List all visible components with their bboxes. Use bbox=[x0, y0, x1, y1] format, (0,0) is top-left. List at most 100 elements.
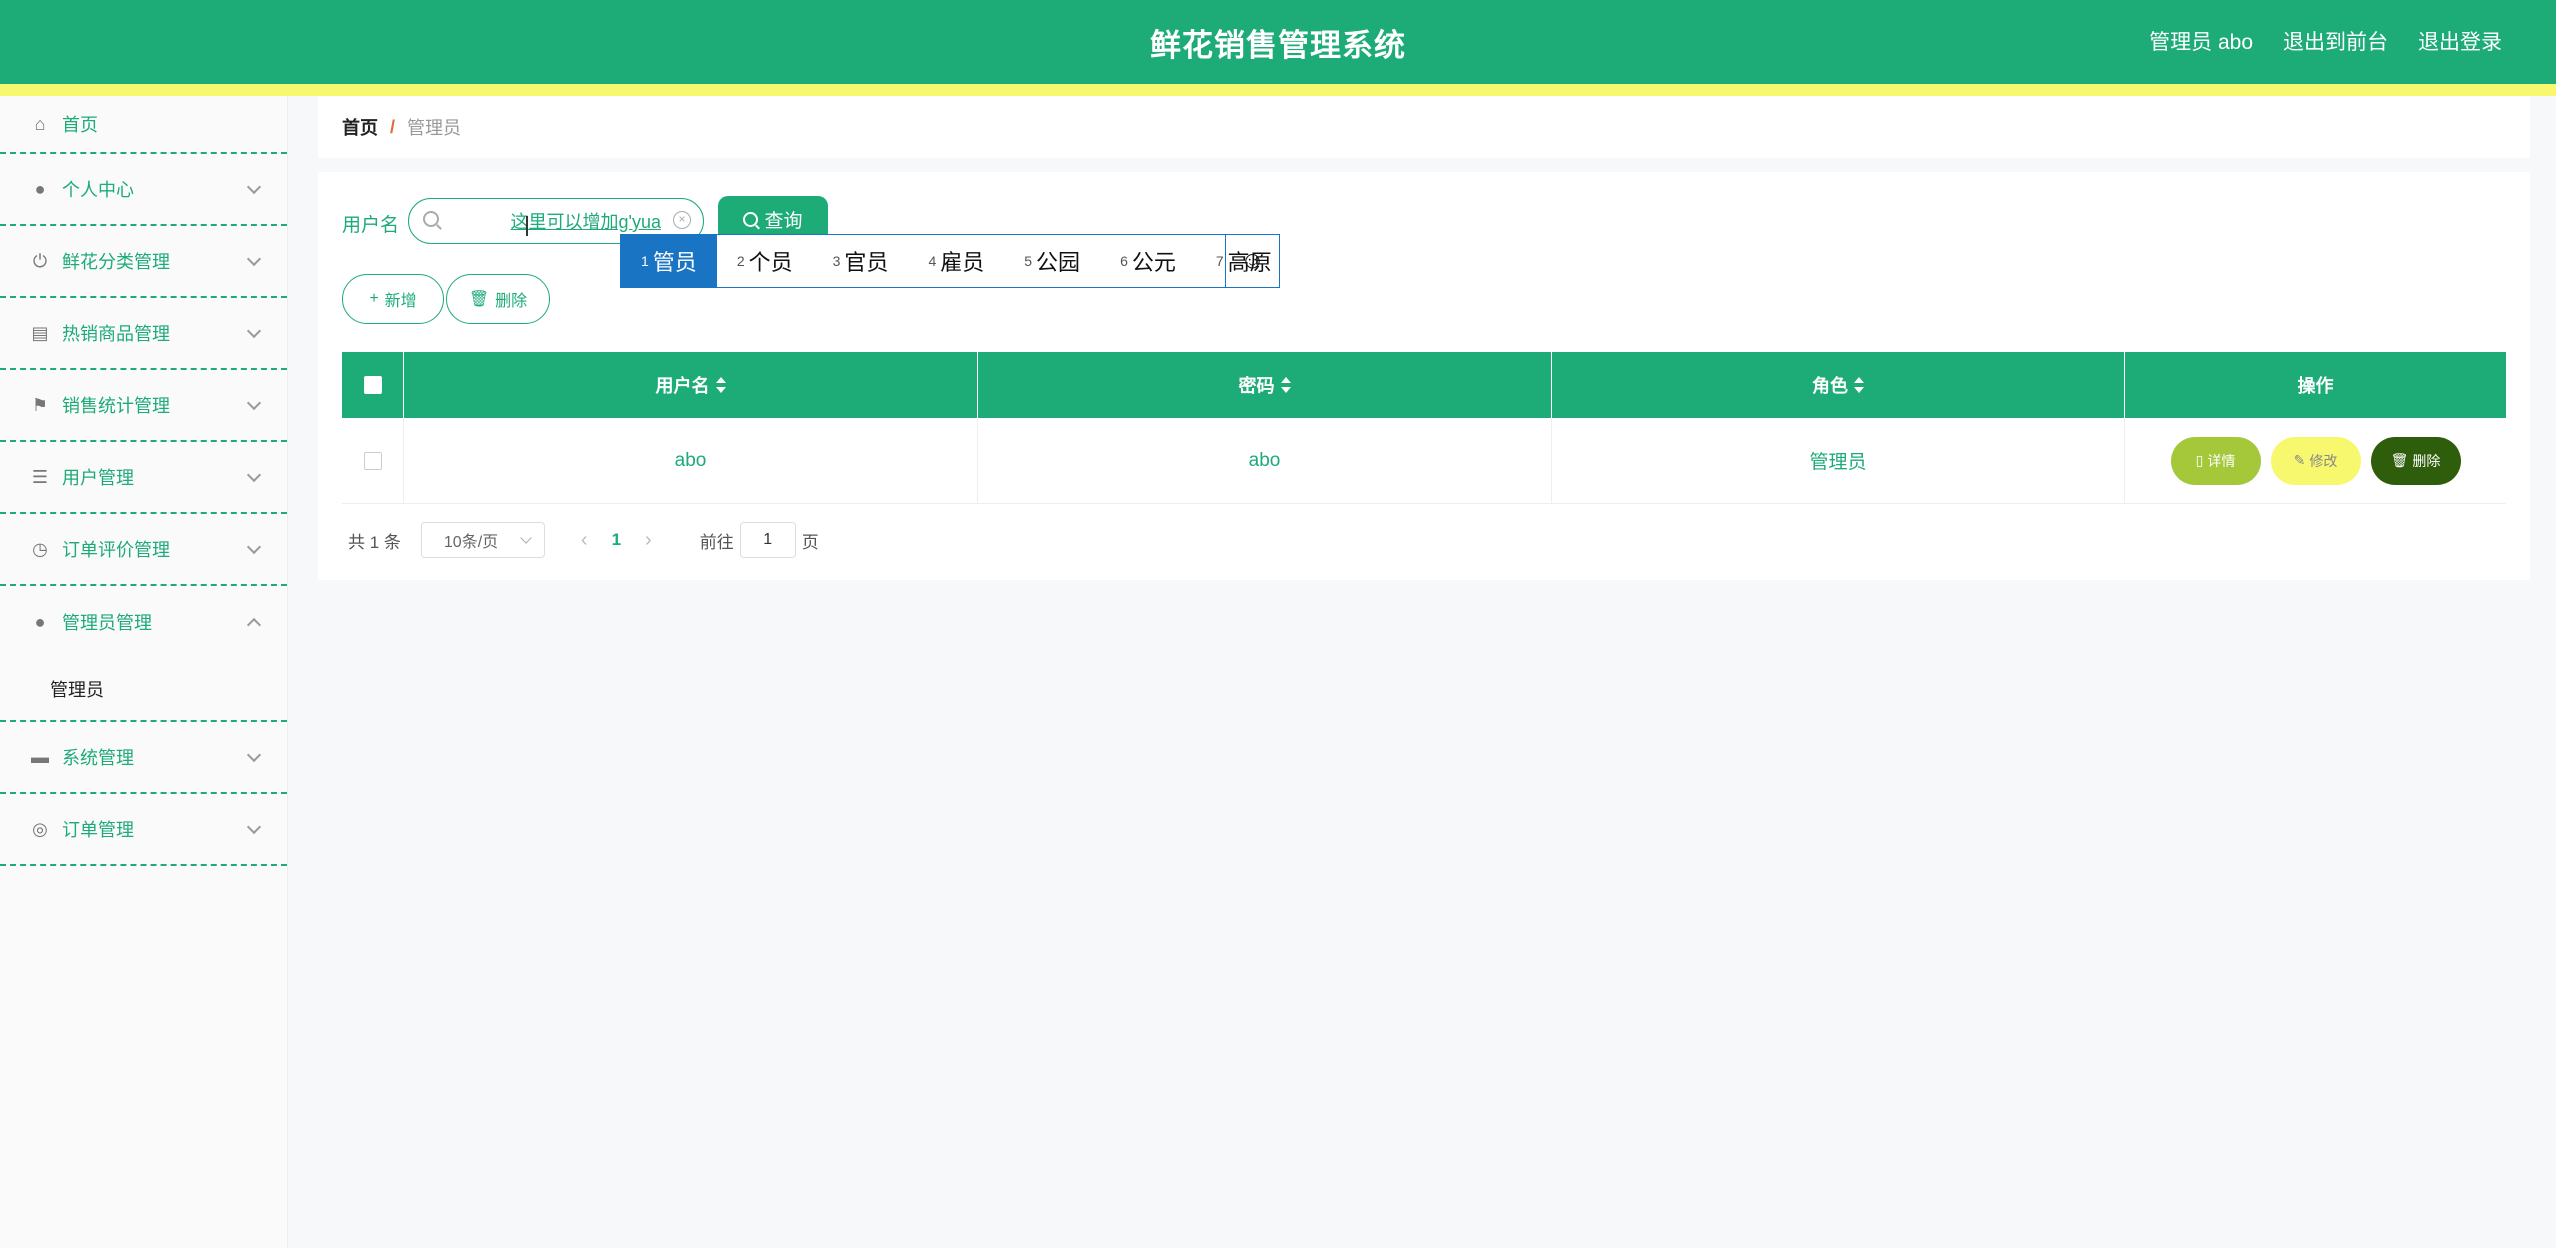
goto-label: 前往 bbox=[699, 532, 734, 552]
page-number[interactable]: 1 bbox=[612, 530, 621, 550]
add-button-label: 新增 bbox=[384, 293, 417, 310]
row-select-cell bbox=[342, 418, 404, 503]
sidebar-item-label: 销售统计管理 bbox=[62, 396, 170, 416]
sidebar-item-sales-stats[interactable]: ⚑ 销售统计管理 bbox=[0, 370, 287, 442]
home-icon: ⌂ bbox=[34, 113, 46, 134]
plus-icon: + bbox=[369, 290, 379, 307]
ime-candidate-number: 1 bbox=[641, 253, 649, 269]
chevron-down-icon bbox=[246, 539, 262, 555]
document-icon: ▯ bbox=[2195, 452, 2204, 468]
row-checkbox[interactable] bbox=[363, 451, 382, 470]
sidebar-item-home[interactable]: ⌂ 首页 bbox=[0, 96, 287, 154]
sort-icon[interactable] bbox=[1854, 377, 1864, 393]
breadcrumb-separator: / bbox=[390, 116, 396, 137]
ime-candidate-number: 7 bbox=[1215, 253, 1224, 269]
lifebuoy-icon: ◎ bbox=[32, 818, 48, 839]
column-header-actions: 操作 bbox=[2125, 352, 2506, 418]
back-to-front-link[interactable]: 退出到前台 bbox=[2283, 26, 2388, 56]
delete-button-label: 删除 bbox=[495, 293, 528, 310]
column-header-label: 密码 bbox=[1238, 376, 1275, 396]
sidebar-item-label: 系统管理 bbox=[62, 748, 134, 768]
sidebar-item-hot-products[interactable]: ▤ 热销商品管理 bbox=[0, 298, 287, 370]
ime-candidate[interactable]: 6 公元 bbox=[1100, 235, 1196, 287]
trash-icon: 🗑 bbox=[468, 291, 490, 308]
ime-candidate[interactable]: 2 个员 bbox=[717, 235, 813, 287]
sidebar-item-label: 首页 bbox=[62, 115, 98, 135]
cell-actions: ▯ 详情 ✎ 修改 🗑 删除 bbox=[2125, 418, 2506, 503]
header-accent-stripe bbox=[0, 84, 2556, 96]
emoji-icon[interactable]: ☺ bbox=[1225, 235, 1279, 287]
add-button[interactable]: + 新增 bbox=[342, 274, 444, 324]
sidebar-item-admin-management[interactable]: ● 管理员管理 bbox=[0, 586, 287, 658]
column-header-username[interactable]: 用户名 bbox=[404, 352, 978, 418]
list-icon: ☰ bbox=[31, 466, 49, 487]
sidebar-item-label: 用户管理 bbox=[62, 468, 134, 488]
clear-icon[interactable]: × bbox=[673, 211, 691, 229]
search-icon bbox=[743, 211, 759, 227]
flag-icon: ⚑ bbox=[31, 394, 49, 415]
chevron-down-icon bbox=[246, 323, 262, 339]
delete-button-label: 删除 bbox=[2412, 452, 2441, 469]
ime-candidate-number: 5 bbox=[1024, 253, 1033, 269]
sort-icon[interactable] bbox=[1280, 377, 1291, 393]
next-page-icon[interactable]: › bbox=[645, 529, 652, 552]
sidebar: ⌂ 首页 ● 个人中心 ⏻ 鲜花分类管理 ▤ 热销商品管理 ⚑ 销售统计管理 ☰… bbox=[0, 96, 288, 1248]
ime-candidate-text: 公元 bbox=[1131, 250, 1176, 275]
chevron-down-icon bbox=[246, 819, 262, 835]
username-search-input[interactable] bbox=[451, 207, 661, 235]
ime-candidate-bar: 1 管员 2 个员 3 官员 4 雇员 5 公园 6 公元 7 高原 ☺ bbox=[620, 234, 1280, 288]
admin-table: 用户名 密码 角色 操作 abo abo 管理员 ▯ 详情 ✎ 修改 🗑 删除 bbox=[342, 352, 2506, 504]
cell-password: abo bbox=[978, 418, 1552, 503]
batch-delete-button[interactable]: 🗑 删除 bbox=[446, 274, 550, 324]
main-content: 用户名 × 查询 1管员 2个员 3官员 4雇员 5公园 6公元 7高原 ☺ +… bbox=[318, 172, 2530, 580]
edit-button-label: 修改 bbox=[2309, 452, 2338, 469]
ime-candidate-number: 3 bbox=[832, 253, 841, 269]
chevron-down-icon bbox=[246, 179, 262, 195]
sidebar-item-label: 个人中心 bbox=[62, 180, 134, 200]
edit-button[interactable]: ✎ 修改 bbox=[2270, 436, 2361, 485]
text-cursor bbox=[526, 216, 528, 236]
monitor-icon: ▬ bbox=[31, 746, 49, 767]
chevron-up-icon bbox=[246, 617, 262, 633]
sidebar-item-label: 管理员管理 bbox=[62, 613, 152, 633]
prev-page-icon[interactable]: ‹ bbox=[581, 529, 588, 552]
select-all-cell bbox=[342, 352, 404, 418]
chevron-down-icon bbox=[246, 251, 262, 267]
goto-page-input[interactable] bbox=[739, 522, 796, 558]
sidebar-item-order-review[interactable]: ◷ 订单评价管理 bbox=[0, 514, 287, 586]
sidebar-item-personal-center[interactable]: ● 个人中心 bbox=[0, 154, 287, 226]
breadcrumb-current: 管理员 bbox=[407, 118, 462, 138]
sidebar-item-user-management[interactable]: ☰ 用户管理 bbox=[0, 442, 287, 514]
detail-button[interactable]: ▯ 详情 bbox=[2170, 436, 2261, 485]
column-header-password[interactable]: 密码 bbox=[978, 352, 1552, 418]
breadcrumb: 首页 / 管理员 bbox=[318, 96, 2530, 158]
ime-candidate-text: 管员 bbox=[652, 250, 697, 275]
page-size-select[interactable]: 10条/页 bbox=[420, 522, 545, 558]
sidebar-item-system-management[interactable]: ▬ 系统管理 bbox=[0, 722, 287, 794]
sidebar-item-flower-category[interactable]: ⏻ 鲜花分类管理 bbox=[0, 226, 287, 298]
logout-link[interactable]: 退出登录 bbox=[2418, 26, 2502, 56]
sidebar-subitem-admin[interactable]: 管理员 bbox=[0, 658, 287, 722]
column-header-label: 操作 bbox=[2297, 376, 2334, 396]
ime-candidate[interactable]: 1 管员 bbox=[621, 235, 717, 287]
sidebar-item-label: 订单评价管理 bbox=[62, 540, 170, 560]
breadcrumb-home[interactable]: 首页 bbox=[342, 114, 378, 140]
ime-candidate[interactable]: 5 公园 bbox=[1004, 235, 1100, 287]
chevron-down-icon bbox=[246, 467, 262, 483]
ime-candidate-number: 6 bbox=[1120, 253, 1128, 269]
ime-candidate-text: 官员 bbox=[844, 250, 889, 275]
ime-candidate[interactable]: 3 官员 bbox=[813, 235, 909, 287]
ime-candidate[interactable]: 4 雇员 bbox=[908, 235, 1004, 287]
sidebar-item-order-management[interactable]: ◎ 订单管理 bbox=[0, 794, 287, 866]
ime-candidate-text: 雇员 bbox=[940, 250, 985, 275]
sidebar-item-label: 订单管理 bbox=[62, 820, 134, 840]
power-icon: ⏻ bbox=[32, 250, 48, 271]
delete-button[interactable]: 🗑 删除 bbox=[2370, 436, 2461, 485]
current-user-label: 管理员 abo bbox=[2149, 31, 2253, 54]
table-row: abo abo 管理员 ▯ 详情 ✎ 修改 🗑 删除 bbox=[342, 418, 2506, 504]
sidebar-item-label: 热销商品管理 bbox=[62, 324, 170, 344]
sort-icon[interactable] bbox=[715, 377, 726, 393]
select-all-checkbox[interactable] bbox=[363, 376, 382, 394]
compass-icon: ◷ bbox=[32, 538, 48, 559]
column-header-role[interactable]: 角色 bbox=[1552, 352, 2125, 418]
